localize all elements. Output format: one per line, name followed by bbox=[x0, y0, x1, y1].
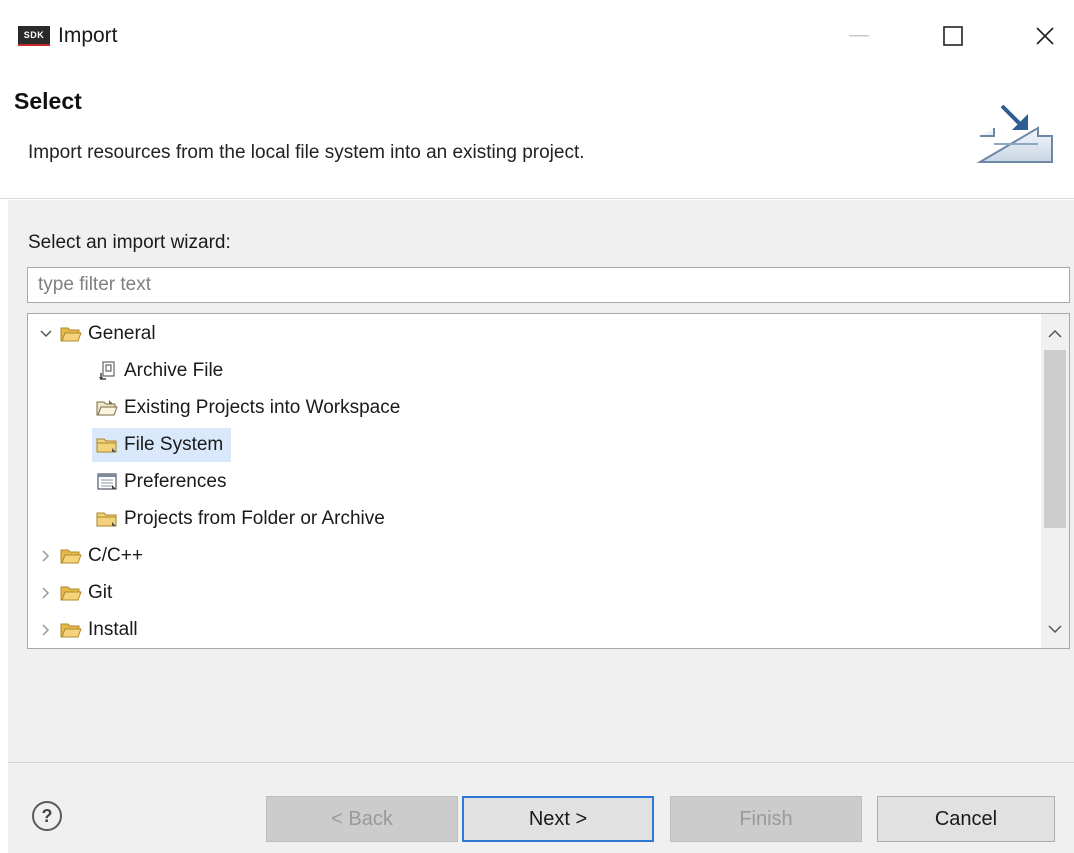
tree-item-label: Install bbox=[88, 619, 138, 640]
folder-icon bbox=[60, 546, 82, 566]
wizard-select-label: Select an import wizard: bbox=[28, 232, 231, 253]
sdk-logo-icon: SDK bbox=[18, 26, 50, 46]
tree-item-general[interactable]: General bbox=[38, 317, 156, 351]
filter-input[interactable] bbox=[27, 267, 1070, 303]
wizard-content: Select an import wizard: General Archive… bbox=[8, 200, 1074, 762]
tree-item-archive-file[interactable]: Archive File bbox=[96, 354, 223, 388]
maximize-icon bbox=[943, 26, 963, 46]
cancel-button[interactable]: Cancel bbox=[877, 796, 1055, 842]
scroll-down-button[interactable] bbox=[1041, 614, 1069, 644]
tree-item-file-system[interactable]: File System bbox=[92, 428, 232, 462]
chevron-right-icon[interactable] bbox=[38, 548, 54, 564]
tree-item-label: Git bbox=[88, 582, 113, 603]
tree-item-preferences[interactable]: Preferences bbox=[96, 465, 226, 499]
tree-scrollbar[interactable] bbox=[1041, 314, 1069, 648]
page-description: Import resources from the local file sys… bbox=[28, 142, 585, 163]
tree-item-projects-from-folder[interactable]: Projects from Folder or Archive bbox=[96, 502, 385, 536]
folder-icon bbox=[60, 324, 82, 344]
folder-icon bbox=[60, 583, 82, 603]
tree-item-install[interactable]: Install bbox=[38, 613, 138, 647]
help-icon: ? bbox=[41, 805, 53, 826]
scroll-up-button[interactable] bbox=[1041, 318, 1069, 348]
window-title: Import bbox=[58, 24, 118, 47]
import-wizard-icon bbox=[976, 104, 1053, 163]
minimize-button[interactable] bbox=[836, 20, 882, 52]
preferences-icon bbox=[96, 472, 118, 492]
back-button[interactable]: < Back bbox=[266, 796, 458, 842]
tree-item-cpp[interactable]: C/C++ bbox=[38, 539, 143, 573]
tree-item-label: General bbox=[88, 323, 156, 344]
archive-file-icon bbox=[96, 361, 118, 381]
chevron-up-icon bbox=[1048, 329, 1062, 338]
tree-item-label: Existing Projects into Workspace bbox=[124, 397, 401, 418]
folder-icon bbox=[60, 620, 82, 640]
tree-item-label: C/C++ bbox=[88, 545, 143, 566]
tree-item-label: File System bbox=[124, 434, 224, 455]
close-button[interactable] bbox=[1022, 20, 1068, 52]
page-title: Select bbox=[14, 88, 82, 114]
scroll-thumb[interactable] bbox=[1044, 350, 1066, 528]
tree-item-existing-projects[interactable]: Existing Projects into Workspace bbox=[96, 391, 400, 425]
tree-item-label: Projects from Folder or Archive bbox=[124, 508, 385, 529]
import-dialog: SDK Import Select Import resources from … bbox=[0, 0, 1074, 853]
chevron-right-icon[interactable] bbox=[38, 622, 54, 638]
tree-item-git[interactable]: Git bbox=[38, 576, 112, 610]
existing-projects-icon bbox=[96, 398, 118, 418]
chevron-down-icon[interactable] bbox=[38, 326, 54, 342]
maximize-button[interactable] bbox=[930, 20, 976, 52]
tree-item-label: Archive File bbox=[124, 360, 224, 381]
button-bar: ? < Back Next > Finish Cancel bbox=[8, 762, 1074, 853]
finish-button[interactable]: Finish bbox=[670, 796, 862, 842]
tree-item-label: Preferences bbox=[124, 471, 227, 492]
wizard-tree[interactable]: General Archive File Existing Projects i… bbox=[27, 313, 1070, 649]
title-bar: SDK Import bbox=[0, 0, 1074, 72]
projects-folder-icon bbox=[96, 509, 118, 529]
file-system-icon bbox=[96, 435, 118, 455]
chevron-right-icon[interactable] bbox=[38, 585, 54, 601]
next-button[interactable]: Next > bbox=[462, 796, 654, 842]
help-button[interactable]: ? bbox=[32, 801, 62, 831]
wizard-banner: Select Import resources from the local f… bbox=[0, 72, 1074, 199]
minimize-icon bbox=[849, 35, 869, 37]
close-icon bbox=[1036, 27, 1054, 45]
chevron-down-icon bbox=[1048, 624, 1062, 633]
